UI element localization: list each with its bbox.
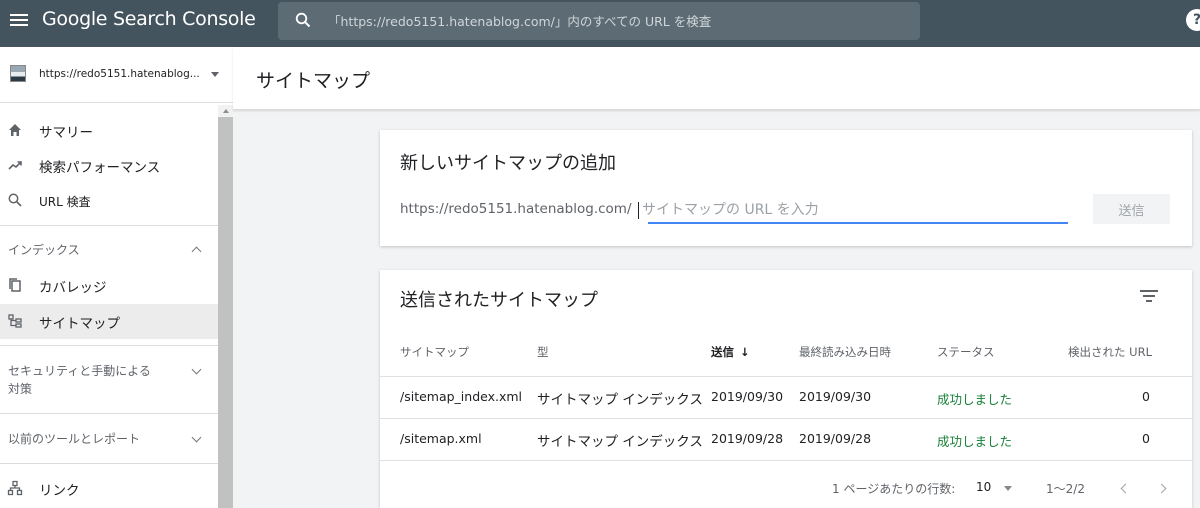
section-label: インデックス [8,243,80,257]
chevron-down-icon [191,432,202,443]
section-security-header[interactable]: セキュリティと手動による 対策 [0,362,218,398]
help-icon[interactable]: ? [1186,9,1200,31]
copy-icon [9,278,21,292]
sidebar-item-coverage[interactable]: カバレッジ [0,269,218,301]
trending-up-icon [8,161,22,170]
filter-icon[interactable] [1140,289,1158,303]
column-header-submitted[interactable]: 送信 ↓ [711,344,750,360]
links-icon [7,480,23,496]
sidebar-item-label: カバレッジ [39,280,107,296]
section-index-header[interactable]: インデックス [0,241,218,259]
cell-sitemap: /sitemap.xml [400,431,482,446]
property-label: https://redo5151.hatenablog... [39,68,200,80]
page-header: サイトマップ [233,47,1200,110]
cell-submitted: 2019/09/30 [711,389,784,404]
search-icon [295,12,311,28]
sitemap-icon [8,314,22,328]
column-header-discovered-urls[interactable]: 検出された URL [1068,344,1152,360]
app-title[interactable]: Google Search Console [42,8,256,30]
cell-last-read: 2019/09/28 [799,431,872,446]
dropdown-caret-icon [211,72,219,77]
cell-type: サイトマップ インデックス [537,434,703,450]
section-label: 以前のツールとレポート [8,432,141,446]
row-divider [380,376,1192,377]
sidebar-divider [0,413,218,414]
cell-discovered-urls: 0 [1142,431,1150,446]
submitted-sitemaps-card: 送信されたサイトマップ サイトマップ 型 送信 ↓ 最終読み込み日時 ステータス … [380,270,1192,508]
dropdown-caret-icon[interactable] [1004,486,1012,491]
cell-last-read: 2019/09/30 [799,389,872,404]
cell-submitted: 2019/09/28 [711,431,784,446]
section-legacy-header[interactable]: 以前のツールとレポート [0,430,218,448]
column-header-status[interactable]: ステータス [937,344,995,360]
cell-status: 成功しました [937,434,1013,449]
next-page-icon[interactable] [1153,480,1169,496]
add-sitemap-title: 新しいサイトマップの追加 [400,153,616,174]
home-icon [9,124,21,136]
sidebar-divider [0,225,218,226]
property-selector[interactable]: https://redo5151.hatenablog... [0,47,233,103]
sidebar: https://redo5151.hatenablog... サマリー 検索パフ… [0,47,233,508]
add-sitemap-card: 新しいサイトマップの追加 https://redo5151.hatenablog… [380,130,1192,246]
column-header-last-read[interactable]: 最終読み込み日時 [799,344,891,360]
submit-sitemap-button[interactable]: 送信 [1093,194,1170,224]
text-cursor [638,202,639,219]
row-divider [380,418,1192,419]
section-label: 対策 [8,382,33,396]
sidebar-item-summary[interactable]: サマリー [0,114,218,146]
sort-down-arrow-icon: ↓ [740,345,750,359]
sidebar-item-label: リンク [39,483,80,499]
top-app-bar: Google Search Console ? [0,0,1200,47]
sidebar-divider [0,463,218,464]
sidebar-item-url-inspection[interactable]: URL 検査 [0,184,218,216]
rows-per-page-select[interactable]: 10 [976,480,991,494]
sidebar-scrollbar[interactable] [218,105,233,508]
column-header-type[interactable]: 型 [537,344,549,360]
input-focus-underline [648,222,1068,224]
column-header-label: 送信 [711,345,734,359]
sidebar-item-sitemaps[interactable]: サイトマップ [0,304,218,339]
inspect-url-search-box[interactable] [278,2,920,40]
sidebar-item-label: サマリー [39,125,93,141]
sidebar-item-label: URL 検査 [39,195,91,209]
search-icon [8,193,22,207]
sidebar-item-performance[interactable]: 検索パフォーマンス [0,149,218,181]
sidebar-item-label: 検索パフォーマンス [39,160,161,176]
row-divider [380,460,1192,461]
scroll-up-arrow-icon[interactable] [218,105,233,117]
previous-page-icon[interactable] [1117,480,1133,496]
property-favicon-icon [10,65,26,82]
sitemap-url-prefix: https://redo5151.hatenablog.com/ [400,201,632,217]
hamburger-menu-icon[interactable] [9,10,29,30]
submitted-sitemaps-title: 送信されたサイトマップ [400,290,598,311]
cell-discovered-urls: 0 [1142,389,1150,404]
inspect-url-search-input[interactable] [328,2,908,40]
chevron-down-icon [191,364,202,375]
rows-per-page-label: 1 ページあたりの行数: [832,482,956,496]
column-header-sitemap[interactable]: サイトマップ [400,344,469,360]
sidebar-item-label: サイトマップ [39,316,120,332]
page-title: サイトマップ [256,70,371,92]
cell-type: サイトマップ インデックス [537,392,703,408]
sidebar-divider [0,345,218,346]
cell-sitemap: /sitemap_index.xml [400,389,523,404]
sidebar-item-links[interactable]: リンク [0,472,218,504]
cell-status: 成功しました [937,392,1013,407]
section-label: セキュリティと手動による [8,364,151,378]
chevron-up-icon [191,246,202,257]
sitemap-url-input[interactable] [642,196,1067,224]
page-range: 1〜2/2 [1046,482,1085,496]
